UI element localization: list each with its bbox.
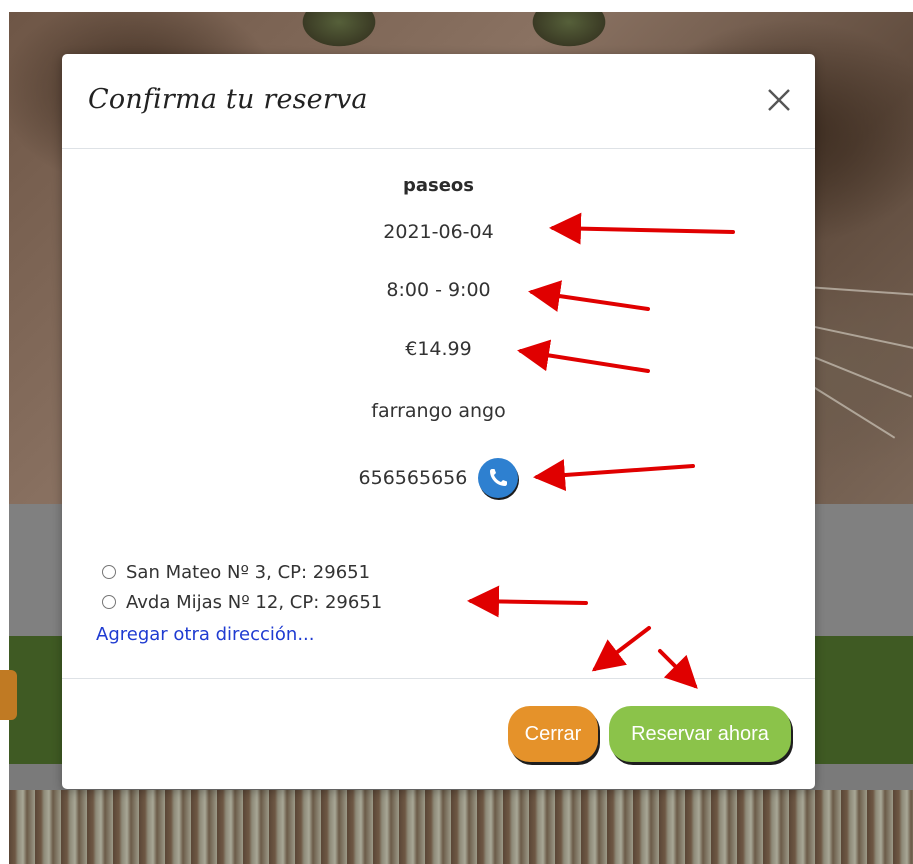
address-list: San Mateo Nº 3, CP: 29651 Avda Mijas Nº …: [102, 557, 702, 617]
phone-number: 656565656: [358, 467, 468, 489]
service-name: paseos: [402, 175, 475, 196]
close-modal-button[interactable]: Cerrar: [508, 706, 598, 762]
provider-name: farrango ango: [371, 400, 506, 422]
booking-confirm-modal: Confirma tu reserva paseos 2021-06-04 8:…: [62, 54, 815, 789]
modal-header: Confirma tu reserva: [62, 54, 815, 149]
address-radio[interactable]: [102, 565, 116, 579]
phone-icon: [490, 469, 508, 486]
address-label[interactable]: San Mateo Nº 3, CP: 29651: [126, 562, 370, 583]
modal-body: paseos 2021-06-04 8:00 - 9:00 €14.99 far…: [62, 149, 815, 679]
booking-date: 2021-06-04: [383, 221, 494, 243]
phone-row: 656565656: [62, 458, 815, 498]
reserve-now-button[interactable]: Reservar ahora: [609, 706, 791, 762]
address-radio[interactable]: [102, 595, 116, 609]
address-option[interactable]: Avda Mijas Nº 12, CP: 29651: [102, 587, 702, 617]
address-option[interactable]: San Mateo Nº 3, CP: 29651: [102, 557, 702, 587]
close-button[interactable]: [763, 84, 795, 116]
address-label[interactable]: Avda Mijas Nº 12, CP: 29651: [126, 592, 382, 613]
booking-price: €14.99: [405, 338, 472, 360]
call-button[interactable]: [478, 458, 519, 498]
booking-time: 8:00 - 9:00: [386, 279, 491, 301]
add-address-link[interactable]: Agregar otra dirección...: [96, 624, 315, 645]
modal-footer: Cerrar Reservar ahora: [62, 678, 815, 790]
modal-title: Confirma tu reserva: [88, 84, 368, 115]
close-icon: [768, 89, 790, 111]
